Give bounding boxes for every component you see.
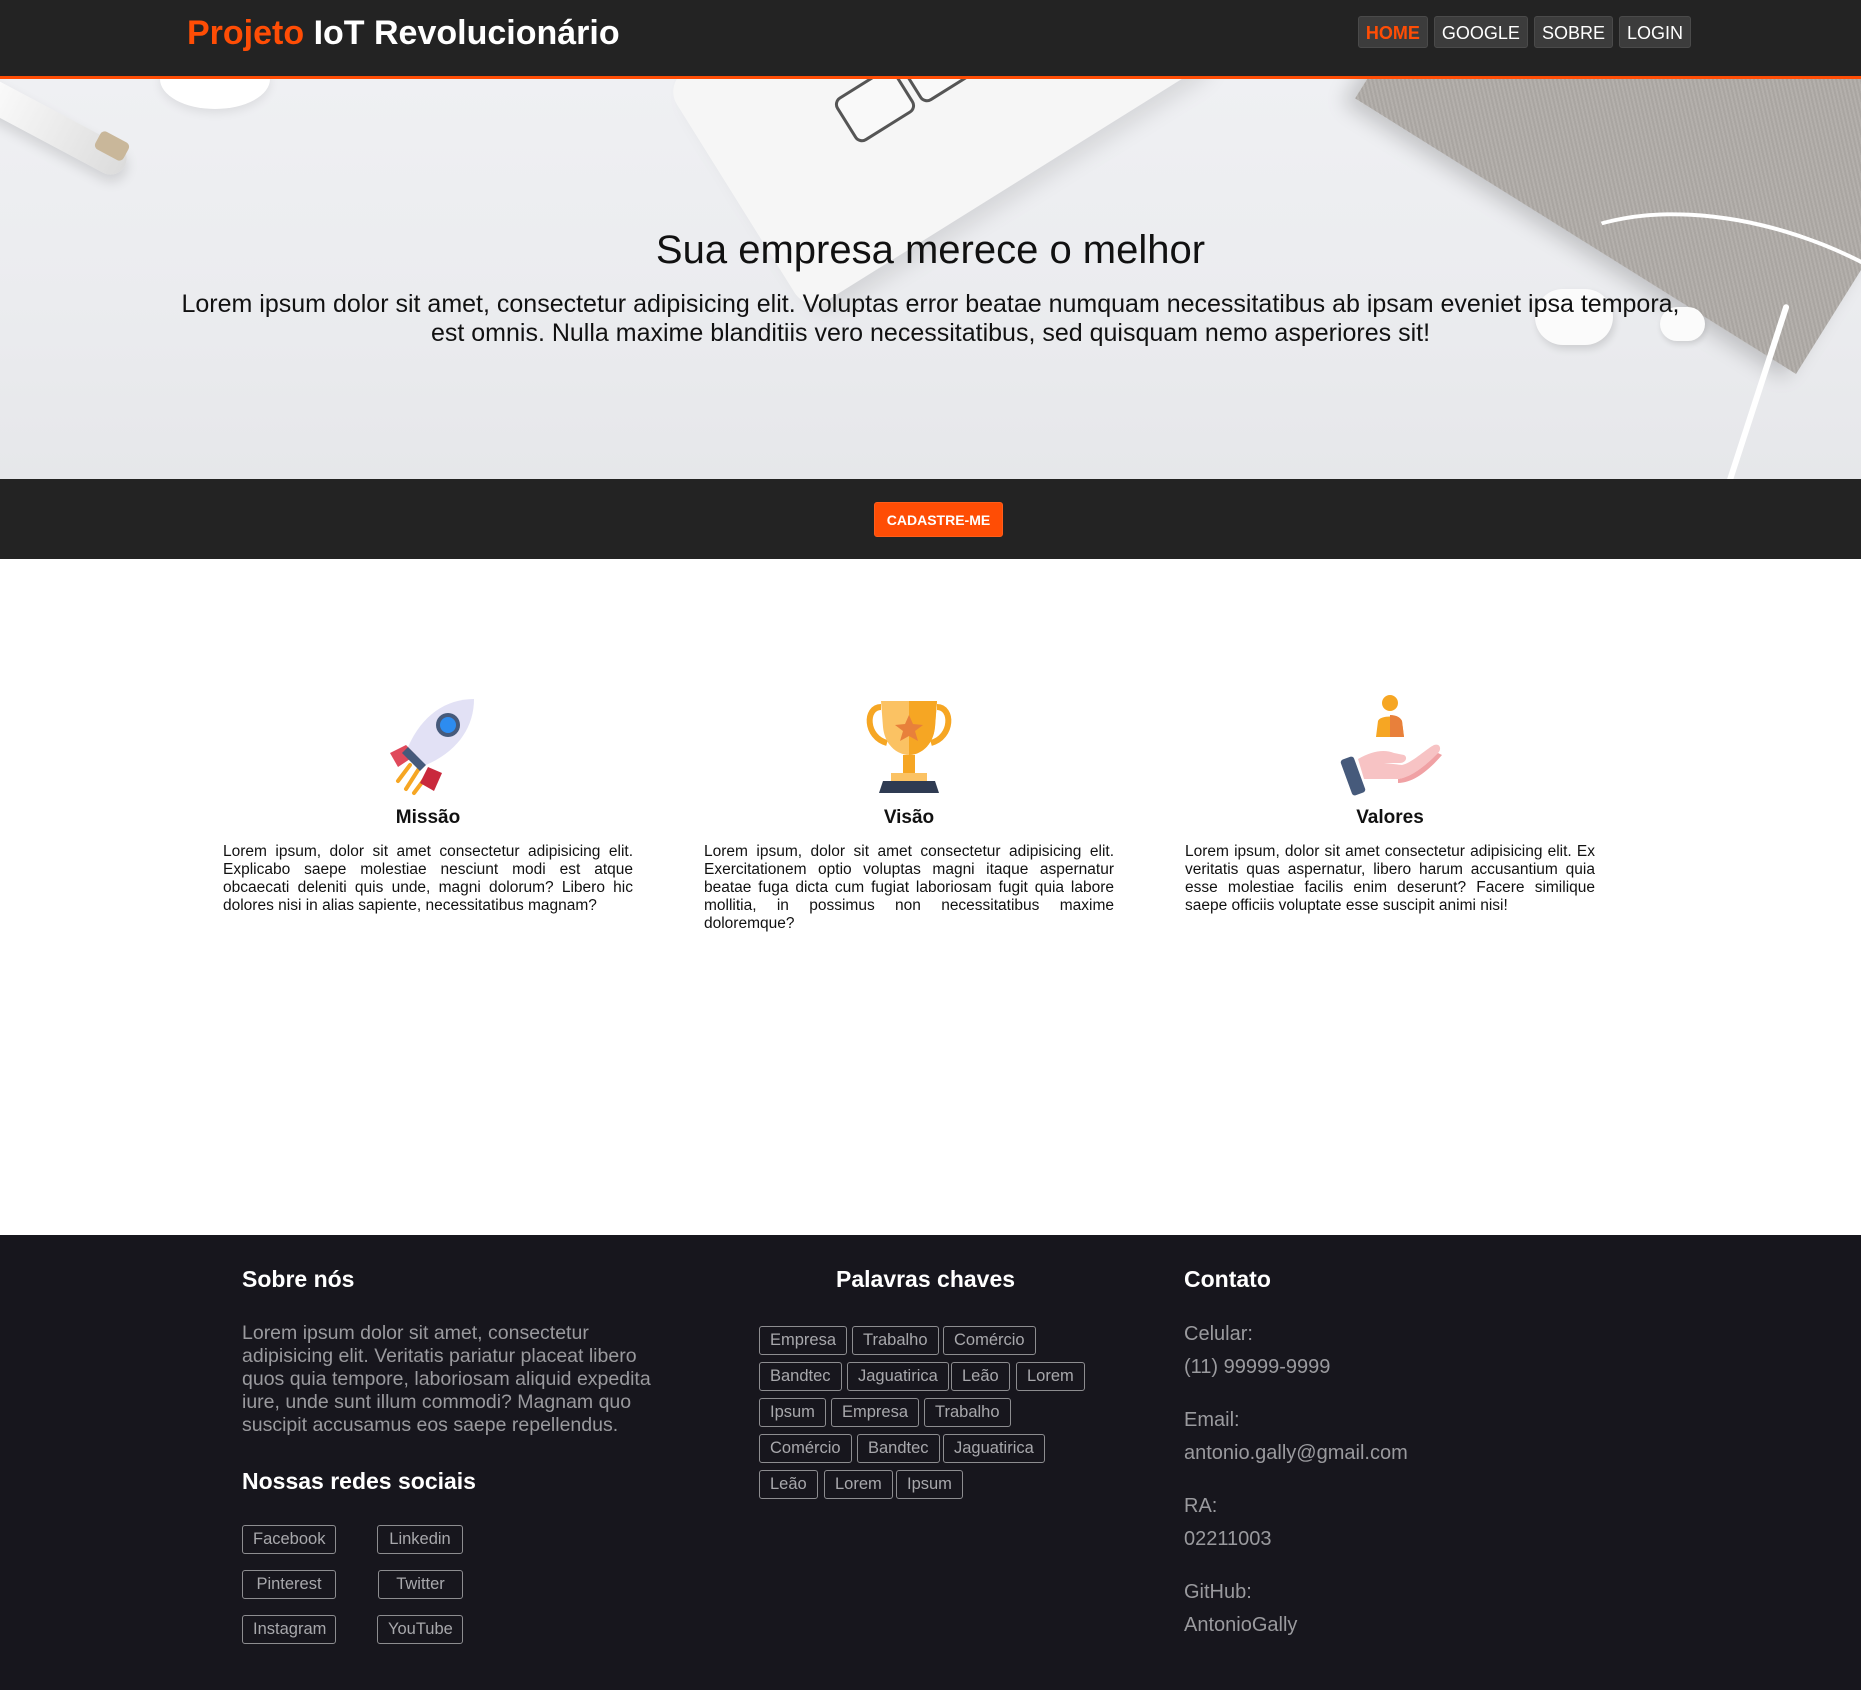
contact-label-github: GitHub: <box>1184 1581 1252 1603</box>
social-pinterest-link[interactable]: Pinterest <box>242 1570 336 1599</box>
feature-visao: Visão Lorem ipsum, dolor sit amet consec… <box>704 693 1114 933</box>
hero-cup-image <box>160 79 270 109</box>
feature-missao: Missão Lorem ipsum, dolor sit amet conse… <box>223 693 633 915</box>
main-nav: HOME GOOGLE SOBRE LOGIN <box>1357 16 1691 48</box>
contact-label-ra: RA: <box>1184 1495 1218 1517</box>
keyword-tag[interactable]: Ipsum <box>759 1398 826 1427</box>
about-title: Sobre nós <box>242 1266 355 1292</box>
keyword-tag[interactable]: Jaguatirica <box>847 1362 949 1391</box>
feature-text: Lorem ipsum, dolor sit amet consectetur … <box>1185 843 1595 914</box>
keyword-tag[interactable]: Lorem <box>824 1470 893 1499</box>
contact-value-email: antonio.gally@gmail.com <box>1184 1442 1408 1464</box>
contact-value-github: AntonioGally <box>1184 1614 1298 1636</box>
contact-title: Contato <box>1184 1266 1271 1292</box>
keyword-tag[interactable]: Empresa <box>759 1326 848 1355</box>
hero-banner: Sua empresa merece o melhor Lorem ipsum … <box>0 79 1861 479</box>
keyword-tag[interactable]: Comércio <box>943 1326 1036 1355</box>
keyword-tag[interactable]: Trabalho <box>924 1398 1011 1427</box>
keyword-tag[interactable]: Bandtec <box>759 1362 842 1391</box>
feature-title: Missão <box>395 807 461 828</box>
about-text: Lorem ipsum dolor sit amet, consectetur … <box>242 1322 651 1436</box>
social-title: Nossas redes sociais <box>242 1468 476 1494</box>
feature-text: Lorem ipsum, dolor sit amet consectetur … <box>223 843 633 914</box>
site-logo[interactable]: Projeto IoT Revolucionário <box>187 14 620 53</box>
site-header: Projeto IoT Revolucionário HOME GOOGLE S… <box>0 0 1861 79</box>
keyword-tag[interactable]: Trabalho <box>852 1326 939 1355</box>
keyword-tag[interactable]: Bandtec <box>857 1434 940 1463</box>
contact-label-email: Email: <box>1184 1409 1240 1431</box>
keyword-tag[interactable]: Empresa <box>831 1398 920 1427</box>
hand-person-icon <box>1340 695 1442 796</box>
social-facebook-link[interactable]: Facebook <box>242 1525 336 1554</box>
social-instagram-link[interactable]: Instagram <box>242 1615 336 1644</box>
contact-value-ra: 02211003 <box>1184 1528 1272 1550</box>
trophy-icon <box>866 701 952 793</box>
hero-keyboard-image <box>664 79 1206 314</box>
keyword-tag[interactable]: Leão <box>759 1470 818 1499</box>
keyword-tag[interactable]: Lorem <box>1016 1362 1085 1391</box>
social-twitter-link[interactable]: Twitter <box>378 1570 463 1599</box>
keyword-tag[interactable]: Comércio <box>759 1434 852 1463</box>
feature-text: Lorem ipsum, dolor sit amet consectetur … <box>704 843 1114 932</box>
nav-login[interactable]: LOGIN <box>1618 16 1691 48</box>
hero-title: Sua empresa merece o melhor <box>655 228 1206 272</box>
rocket-icon <box>390 699 474 795</box>
brand-rest: IoT Revolucionário <box>313 14 620 52</box>
feature-title: Valores <box>1356 807 1424 828</box>
social-linkedin-link[interactable]: Linkedin <box>377 1525 463 1554</box>
cta-band: CADASTRE-ME <box>0 479 1861 559</box>
feature-valores: Valores Lorem ipsum, dolor sit amet cons… <box>1185 693 1595 915</box>
keyword-tag[interactable]: Jaguatirica <box>943 1434 1045 1463</box>
keywords-title: Palavras chaves <box>836 1266 1016 1292</box>
contact-label-celular: Celular: <box>1184 1323 1253 1345</box>
keyword-tag[interactable]: Leão <box>951 1362 1010 1391</box>
nav-home[interactable]: HOME <box>1357 16 1428 48</box>
feature-title: Visão <box>883 807 935 828</box>
signup-button[interactable]: CADASTRE-ME <box>874 502 1003 537</box>
contact-value-celular: (11) 99999-9999 <box>1184 1356 1331 1378</box>
social-youtube-link[interactable]: YouTube <box>377 1615 463 1644</box>
brand-accent: Projeto <box>187 14 305 52</box>
hero-pen-image <box>0 79 133 181</box>
nav-google[interactable]: GOOGLE <box>1433 16 1528 48</box>
nav-sobre[interactable]: SOBRE <box>1533 16 1613 48</box>
keyword-tag[interactable]: Ipsum <box>896 1470 963 1499</box>
hero-text: Lorem ipsum dolor sit amet, consectetur … <box>181 290 1680 347</box>
